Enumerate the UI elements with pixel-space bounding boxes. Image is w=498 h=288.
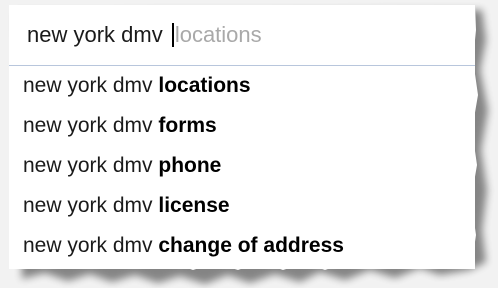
- suggestion-prefix: new york dmv: [23, 234, 159, 257]
- autocomplete-panel: new york dmv locations new york dmv loca…: [9, 5, 475, 269]
- suggestion-prefix: new york dmv: [23, 74, 159, 97]
- suggestion-item[interactable]: new york dmv change of address: [9, 226, 475, 266]
- suggestion-prefix: new york dmv: [23, 114, 159, 137]
- search-input[interactable]: new york dmv locations: [9, 5, 475, 66]
- search-query: new york dmv locations: [27, 22, 262, 48]
- suggestion-completion: locations: [158, 74, 251, 97]
- suggestion-item[interactable]: new york dmv license: [9, 186, 475, 226]
- suggestion-item[interactable]: new york dmv locations: [9, 66, 475, 106]
- typed-text: new york dmv: [27, 22, 169, 47]
- suggestion-completion: change of address: [158, 234, 344, 257]
- autocomplete-hint: locations: [174, 22, 262, 47]
- suggestion-item[interactable]: new york dmv forms: [9, 106, 475, 146]
- suggestion-list: new york dmv locations new york dmv form…: [9, 66, 475, 269]
- suggestion-item[interactable]: new york dmv phone: [9, 146, 475, 186]
- screenshot-stage: new york dmv locations new york dmv loca…: [0, 0, 498, 288]
- text-caret: [171, 23, 174, 47]
- suggestion-prefix: new york dmv: [23, 154, 159, 177]
- suggestion-prefix: new york dmv: [23, 194, 159, 217]
- suggestion-completion: forms: [158, 114, 217, 137]
- suggestion-completion: phone: [158, 154, 222, 177]
- suggestion-completion: license: [158, 194, 230, 217]
